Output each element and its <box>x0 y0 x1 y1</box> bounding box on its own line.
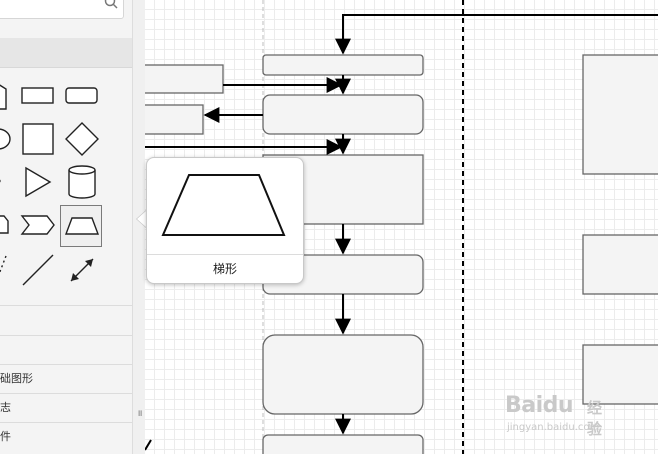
trapezoid-shape-icon[interactable] <box>64 215 100 237</box>
hexagon-shape-icon[interactable] <box>0 166 14 196</box>
category-row-basic-shapes[interactable]: 础图形 <box>0 364 132 392</box>
category-row-logo[interactable]: 志 <box>0 393 132 421</box>
category-row-basic-shapes[interactable] <box>0 335 132 364</box>
watermark-brand: Baidu <box>505 393 574 418</box>
flow-box[interactable] <box>262 334 424 415</box>
dotted-line-icon[interactable] <box>0 252 12 286</box>
connector-arrow <box>145 439 152 451</box>
search-icon[interactable] <box>104 0 120 11</box>
shape-library-sidebar: 础图形 志 件 <box>0 0 132 454</box>
section-header[interactable] <box>0 38 132 68</box>
bidirectional-arrow-icon[interactable] <box>64 252 100 288</box>
shapes-panel <box>0 68 132 305</box>
flow-box[interactable] <box>582 54 658 175</box>
flow-box[interactable] <box>582 234 658 295</box>
tooltip-title: 梯形 <box>212 262 237 276</box>
line-icon[interactable] <box>20 252 56 288</box>
card-shape-icon[interactable] <box>0 213 14 237</box>
step-shape-icon[interactable] <box>20 213 56 237</box>
resize-grip-icon: ॥ <box>137 409 143 419</box>
square-shape-icon[interactable] <box>20 121 56 157</box>
triangle-shape-icon[interactable] <box>22 165 56 199</box>
document-shape-icon[interactable] <box>0 83 12 111</box>
tooltip-divider <box>147 254 303 255</box>
diamond-shape-icon[interactable] <box>64 121 100 157</box>
rounded-rectangle-shape-icon[interactable] <box>64 85 100 107</box>
flow-box[interactable] <box>262 54 424 76</box>
category-row-software[interactable]: 件 <box>0 422 132 450</box>
category-row[interactable] <box>0 305 132 333</box>
flow-box[interactable] <box>262 434 424 454</box>
watermark-url: jingyan.baidu.com <box>507 422 600 433</box>
shape-preview-tooltip: 梯形 <box>146 157 304 284</box>
connector-arrow <box>335 14 658 55</box>
baidu-jingyan-watermark: Baidu 经验 jingyan.baidu.com <box>505 393 602 438</box>
ellipse-shape-icon[interactable] <box>0 124 14 154</box>
flow-box[interactable] <box>145 104 204 135</box>
cylinder-shape-icon[interactable] <box>66 164 98 200</box>
flow-box[interactable] <box>145 64 224 94</box>
rectangle-shape-icon[interactable] <box>20 85 56 107</box>
flow-box[interactable] <box>582 344 658 405</box>
flow-box[interactable] <box>262 94 424 135</box>
trapezoid-preview-icon <box>161 174 286 236</box>
